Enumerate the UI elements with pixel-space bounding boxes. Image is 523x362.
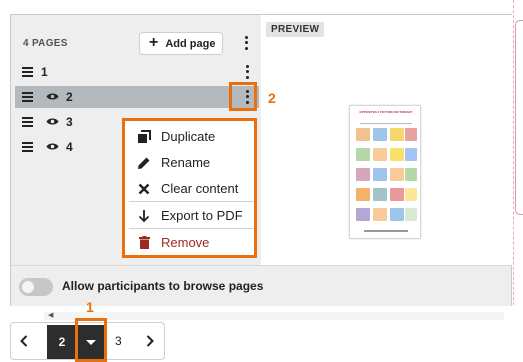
horizontal-scrollbar[interactable] xyxy=(44,312,504,320)
drag-handle-icon[interactable] xyxy=(22,67,33,77)
chevron-left-icon[interactable] xyxy=(17,334,31,348)
scroll-left-icon[interactable]: ◀ xyxy=(48,311,53,319)
copy-icon xyxy=(135,129,153,144)
canvas-side-tab[interactable] xyxy=(515,20,523,215)
thumbnail-title: OPPOSITES 2 PICTURE DICTIONARY xyxy=(359,110,413,114)
page-row-label: 2 xyxy=(66,90,73,104)
page-preview: PREVIEW OPPOSITES 2 PICTURE DICTIONARY xyxy=(261,15,512,265)
page-row-label: 1 xyxy=(41,65,48,79)
highlight-page-options xyxy=(229,82,257,111)
drag-handle-icon[interactable] xyxy=(22,117,33,127)
menu-item-rename[interactable]: Rename xyxy=(129,150,254,175)
more-options-icon[interactable] xyxy=(241,35,251,51)
menu-item-label: Clear content xyxy=(161,181,239,196)
chevron-right-icon[interactable] xyxy=(143,334,157,348)
menu-item-remove[interactable]: Remove xyxy=(129,230,254,255)
page-context-menu: Duplicate Rename Clear content Export to… xyxy=(122,118,257,258)
add-page-label: Add page xyxy=(165,37,216,50)
annotation-label-1: 1 xyxy=(86,299,94,315)
arrow-down-icon xyxy=(135,209,153,223)
add-page-button[interactable]: + Add page xyxy=(139,32,223,55)
drag-handle-icon[interactable] xyxy=(22,92,33,102)
highlight-page-dropdown xyxy=(75,318,107,362)
menu-item-clear-content[interactable]: Clear content xyxy=(129,176,254,201)
pages-count: 4 PAGES xyxy=(23,38,68,49)
page-row-2[interactable]: 2 xyxy=(15,86,259,108)
app-window: 4 PAGES + Add page 1 2 3 4 PREVIEW OPPOS… xyxy=(0,0,523,362)
plus-icon: + xyxy=(149,33,159,51)
eye-icon[interactable] xyxy=(46,117,59,126)
menu-divider xyxy=(129,201,254,202)
pages-panel: 4 PAGES + Add page 1 2 3 4 PREVIEW OPPOS… xyxy=(10,14,512,306)
current-page-button[interactable]: 2 xyxy=(47,325,77,359)
eye-icon[interactable] xyxy=(46,92,59,101)
annotation-label-2: 2 xyxy=(268,90,276,106)
page-row-label: 3 xyxy=(66,115,73,129)
browse-pages-toggle[interactable] xyxy=(19,278,53,296)
browse-pages-label: Allow participants to browse pages xyxy=(62,279,264,293)
menu-item-export-pdf[interactable]: Export to PDF xyxy=(129,203,254,228)
pencil-icon xyxy=(135,156,153,170)
eye-icon[interactable] xyxy=(46,142,59,151)
toggle-knob xyxy=(22,281,34,293)
menu-item-label: Duplicate xyxy=(161,129,216,144)
menu-item-duplicate[interactable]: Duplicate xyxy=(129,124,254,149)
menu-item-label: Export to PDF xyxy=(161,208,243,223)
menu-item-label: Rename xyxy=(161,155,211,170)
page-row-1[interactable]: 1 xyxy=(15,61,259,83)
next-page-number[interactable]: 3 xyxy=(115,334,122,348)
page-options-icon[interactable] xyxy=(242,64,252,80)
page-thumbnail[interactable]: OPPOSITES 2 PICTURE DICTIONARY xyxy=(349,105,421,239)
drag-handle-icon[interactable] xyxy=(22,142,33,152)
page-row-label: 4 xyxy=(66,140,73,154)
trash-icon xyxy=(135,236,153,250)
menu-divider xyxy=(129,228,254,229)
menu-item-label: Remove xyxy=(161,235,210,250)
canvas-edge xyxy=(513,0,514,305)
preview-label: PREVIEW xyxy=(266,22,325,37)
x-icon xyxy=(135,182,153,196)
